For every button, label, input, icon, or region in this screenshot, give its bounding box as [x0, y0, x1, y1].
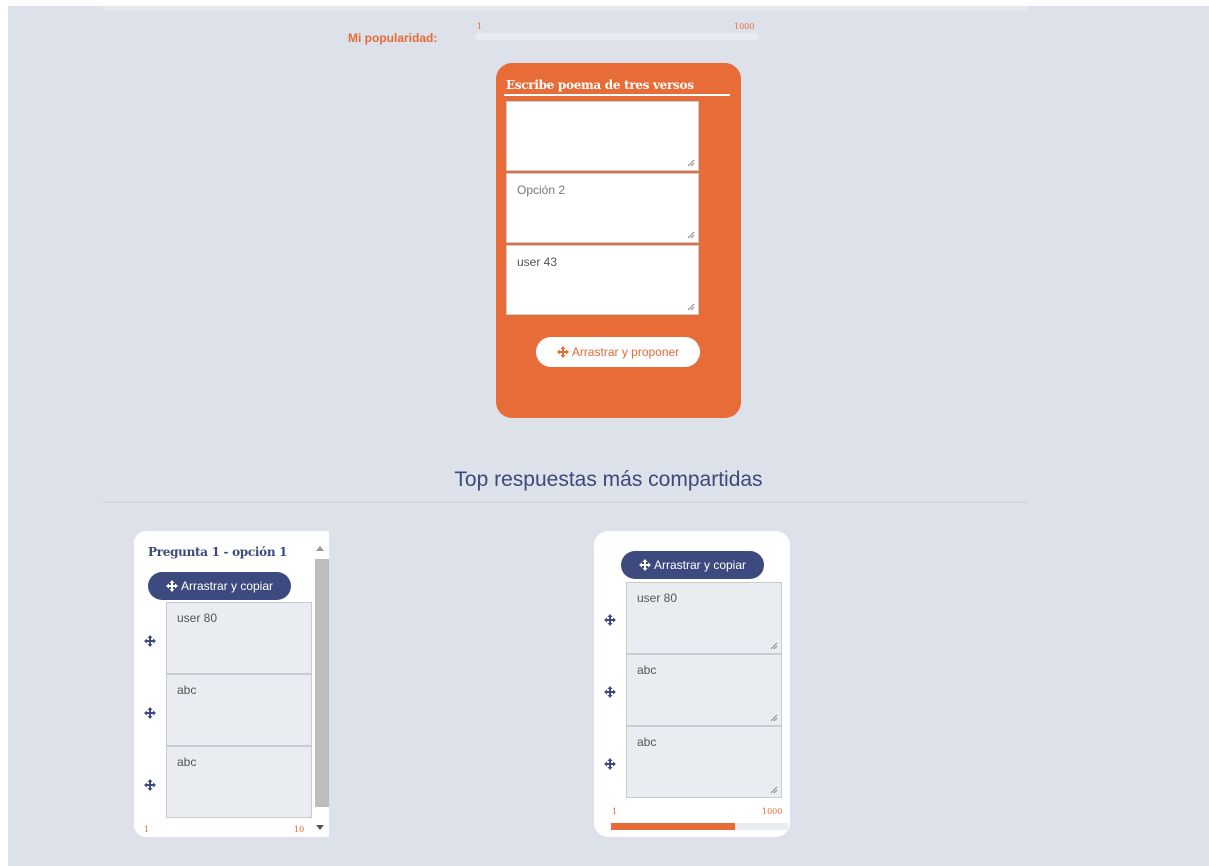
range-max: 10: [294, 825, 305, 834]
verse-2-placeholder: Opción 2: [517, 183, 566, 197]
answer-text: user 80: [177, 611, 218, 625]
drag-copy-button[interactable]: Arrastrar y copiar: [148, 572, 291, 600]
move-arrows-icon: [165, 580, 178, 592]
scroll-down-arrow-icon[interactable]: [316, 825, 324, 830]
answer-textarea[interactable]: abc: [626, 726, 782, 798]
answer-textarea[interactable]: abc: [166, 746, 312, 818]
verse-2-textarea[interactable]: Opción 2: [506, 173, 699, 243]
card-1-scrollbar[interactable]: [312, 539, 329, 837]
poem-divider: [504, 94, 730, 96]
answer-card-2: Arrastrar y copiar user 80 abc abc 1 100…: [594, 531, 790, 837]
popularity-min: 1: [477, 22, 483, 31]
drag-propose-button[interactable]: Arrastrar y proponer: [536, 337, 700, 367]
move-arrows-icon[interactable]: [144, 707, 156, 719]
popularity-progress-track: [611, 823, 788, 830]
verse-3-value: user 43: [517, 255, 558, 269]
scroll-up-arrow-icon[interactable]: [316, 546, 324, 551]
drag-copy-label: Arrastrar y copiar: [180, 579, 274, 593]
resize-grip-icon[interactable]: [770, 786, 778, 794]
range-min: 1: [612, 807, 618, 816]
move-arrows-icon[interactable]: [144, 779, 156, 791]
answer-text: abc: [177, 683, 197, 697]
drag-propose-label: Arrastrar y proponer: [571, 345, 680, 359]
top-answers-heading: Top respuestas más compartidas: [454, 468, 763, 491]
resize-grip-icon[interactable]: [770, 642, 778, 650]
answer-card-1: Pregunta 1 - opción 1 Arrastrar y copiar…: [134, 531, 329, 837]
answer-text: user 80: [637, 591, 678, 605]
verse-3-textarea[interactable]: user 43: [506, 245, 699, 315]
popularity-label: Mi popularidad:: [348, 31, 438, 45]
answer-textarea[interactable]: abc: [626, 654, 782, 726]
heading-divider: [102, 502, 1028, 503]
answer-textarea[interactable]: abc: [166, 674, 312, 746]
move-arrows-icon[interactable]: [604, 614, 616, 626]
answer-text: abc: [177, 755, 197, 769]
scroll-thumb[interactable]: [315, 559, 329, 807]
card-1-title: Pregunta 1 - opción 1: [148, 545, 288, 559]
poem-card: Escribe poema de tres versos Opción 2 us…: [496, 63, 741, 418]
drag-copy-label: Arrastrar y copiar: [653, 558, 747, 572]
resize-grip-icon[interactable]: [687, 231, 695, 239]
page-background: Mi popularidad: 1 1000 Escribe poema de …: [8, 6, 1209, 866]
answer-textarea[interactable]: user 80: [166, 602, 312, 674]
move-arrows-icon: [638, 559, 651, 571]
range-min: 1: [144, 825, 150, 834]
poem-title: Escribe poema de tres versos: [506, 78, 694, 92]
popularity-progress-fill: [611, 823, 735, 830]
drag-copy-button[interactable]: Arrastrar y copiar: [621, 551, 764, 579]
popularity-max: 1000: [734, 22, 755, 31]
verse-1-textarea[interactable]: [506, 101, 699, 171]
resize-grip-icon[interactable]: [687, 303, 695, 311]
answer-text: abc: [637, 735, 657, 749]
resize-grip-icon[interactable]: [770, 714, 778, 722]
answer-textarea[interactable]: user 80: [626, 582, 782, 654]
range-max: 1000: [762, 807, 783, 816]
top-strip: [102, 6, 1028, 10]
resize-grip-icon[interactable]: [687, 159, 695, 167]
popularity-bar: [475, 33, 759, 40]
move-arrows-icon: [556, 346, 569, 358]
move-arrows-icon[interactable]: [604, 686, 616, 698]
answer-text: abc: [637, 663, 657, 677]
move-arrows-icon[interactable]: [604, 758, 616, 770]
move-arrows-icon[interactable]: [144, 635, 156, 647]
